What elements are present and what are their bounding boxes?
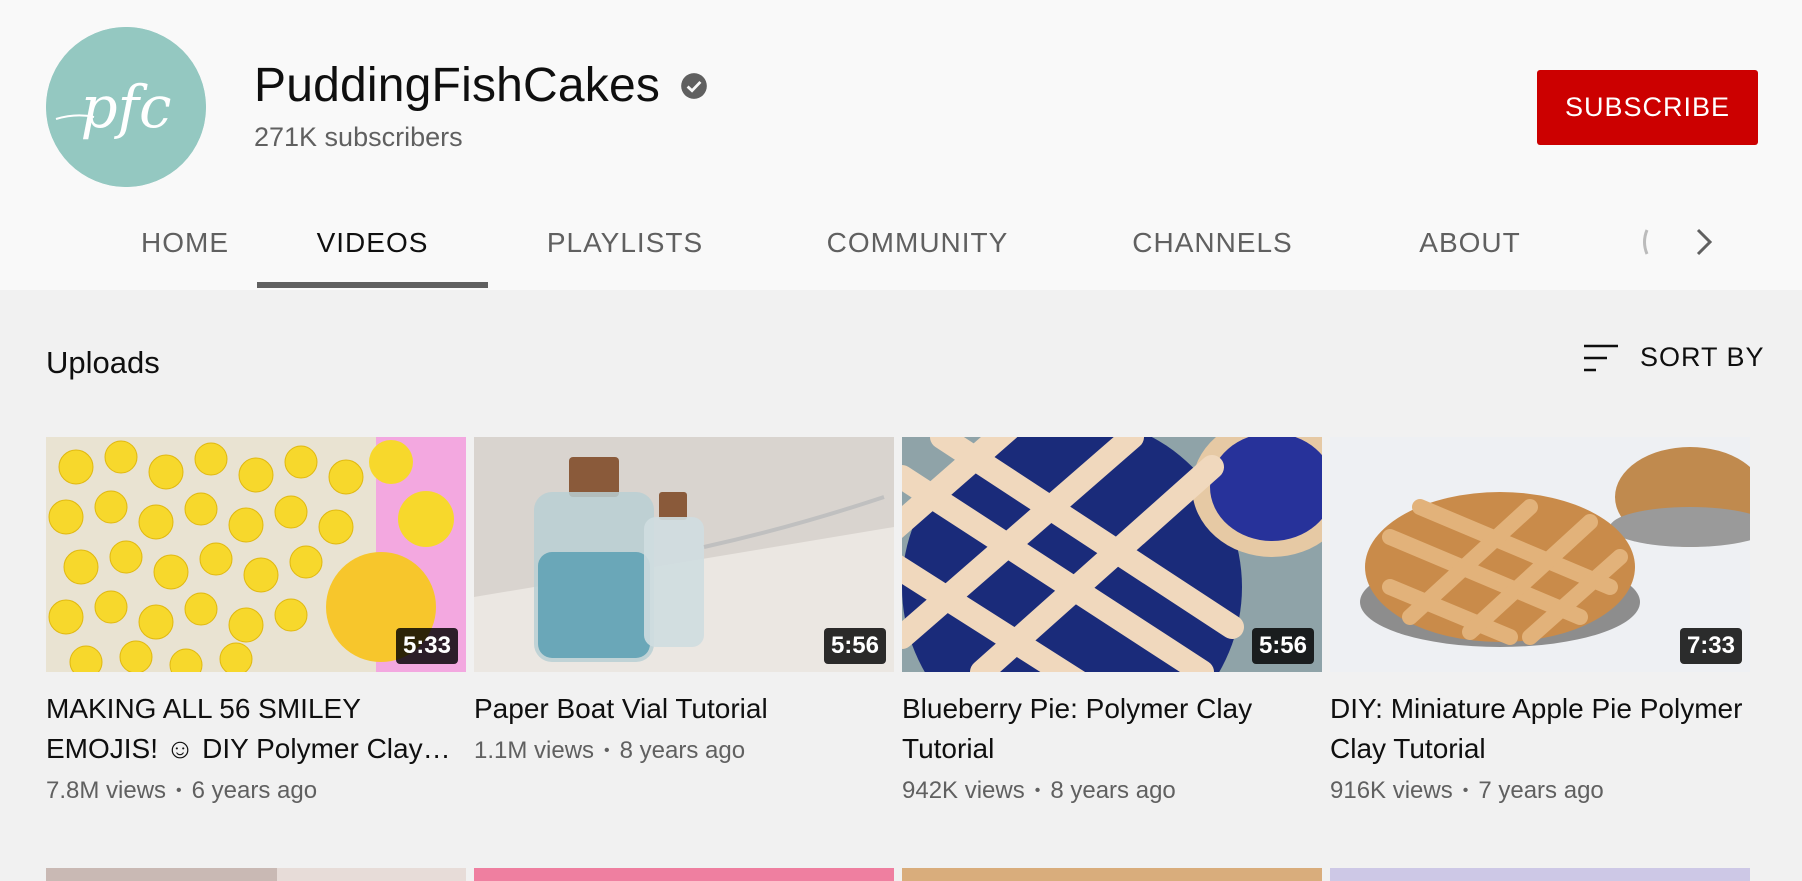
video-card[interactable]: 7:33 DIY: Miniature Apple Pie Polymer Cl… — [1330, 437, 1750, 805]
tab-overflow-fade — [1640, 224, 1670, 260]
video-thumbnail[interactable]: 5:56 — [474, 437, 894, 672]
video-thumbnail-partial[interactable] — [1330, 868, 1750, 881]
video-title[interactable]: MAKING ALL 56 SMILEY EMOJIS! ☺ DIY Polym… — [46, 689, 466, 769]
video-thumbnail-partial[interactable] — [902, 868, 1322, 881]
video-thumbnail-partial[interactable] — [46, 868, 466, 881]
video-title[interactable]: DIY: Miniature Apple Pie Polymer Clay Tu… — [1330, 689, 1750, 769]
separator-dot: • — [176, 782, 182, 799]
upload-age: 8 years ago — [619, 737, 746, 764]
tab-videos[interactable]: VIDEOS — [257, 196, 488, 290]
separator-dot: • — [604, 742, 610, 759]
view-count: 916K views — [1330, 777, 1453, 804]
video-duration: 5:56 — [823, 628, 886, 664]
video-duration: 5:33 — [395, 628, 458, 664]
video-meta: 916K views • 7 years ago — [1330, 777, 1750, 805]
view-count: 7.8M views — [46, 777, 167, 804]
video-thumbnail[interactable]: 5:33 — [46, 437, 466, 672]
separator-dot: • — [1034, 782, 1041, 799]
active-tab-indicator — [257, 282, 488, 288]
tab-home[interactable]: HOME — [110, 196, 260, 290]
sort-by-button[interactable]: SORT BY — [1582, 342, 1765, 373]
tab-community[interactable]: COMMUNITY — [820, 196, 1015, 290]
video-title[interactable]: Blueberry Pie: Polymer Clay Tutorial — [902, 689, 1322, 769]
separator-dot: • — [1462, 782, 1469, 799]
verified-badge-icon — [681, 72, 707, 99]
tab-channels[interactable]: CHANNELS — [1120, 196, 1305, 290]
svg-text:pfc: pfc — [80, 73, 171, 141]
video-meta: 1.1M views • 8 years ago — [474, 737, 894, 765]
video-meta: 942K views • 8 years ago — [902, 777, 1322, 805]
video-card[interactable]: 5:56 Blueberry Pie: Polymer Clay Tutoria… — [902, 437, 1322, 805]
video-meta: 7.8M views • 6 years ago — [46, 777, 466, 805]
tab-playlists[interactable]: PLAYLISTS — [540, 196, 710, 290]
channel-logo-icon: pfc — [46, 27, 206, 187]
view-count: 1.1M views — [474, 737, 595, 764]
video-title[interactable]: Paper Boat Vial Tutorial — [474, 689, 894, 729]
sort-by-label: SORT BY — [1640, 342, 1765, 372]
sort-icon — [1584, 344, 1618, 371]
video-card[interactable]: 5:33 MAKING ALL 56 SMILEY EMOJIS! ☺ DIY … — [46, 437, 466, 805]
chevron-right-icon[interactable] — [1684, 222, 1724, 262]
uploads-heading: Uploads — [46, 345, 160, 380]
upload-age: 8 years ago — [1050, 777, 1176, 804]
view-count: 942K views — [902, 777, 1025, 804]
video-thumbnail[interactable]: 5:56 — [902, 437, 1322, 672]
subscribe-button[interactable]: SUBSCRIBE — [1537, 70, 1758, 145]
tab-about[interactable]: ABOUT — [1405, 196, 1535, 290]
upload-age: 6 years ago — [191, 777, 318, 804]
video-card[interactable]: 5:56 Paper Boat Vial Tutorial 1.1M views… — [474, 437, 894, 765]
video-duration: 5:56 — [1251, 628, 1314, 664]
subscriber-count: 271K subscribers — [254, 122, 463, 152]
video-duration: 7:33 — [1679, 628, 1742, 664]
video-thumbnail-partial[interactable] — [474, 868, 894, 881]
video-thumbnail[interactable]: 7:33 — [1330, 437, 1750, 672]
channel-tabs: HOME VIDEOS PLAYLISTS COMMUNITY CHANNELS… — [0, 196, 1802, 290]
upload-age: 7 years ago — [1478, 777, 1604, 804]
channel-name: PuddingFishCakes — [254, 59, 661, 112]
channel-avatar[interactable]: pfc — [46, 27, 206, 187]
